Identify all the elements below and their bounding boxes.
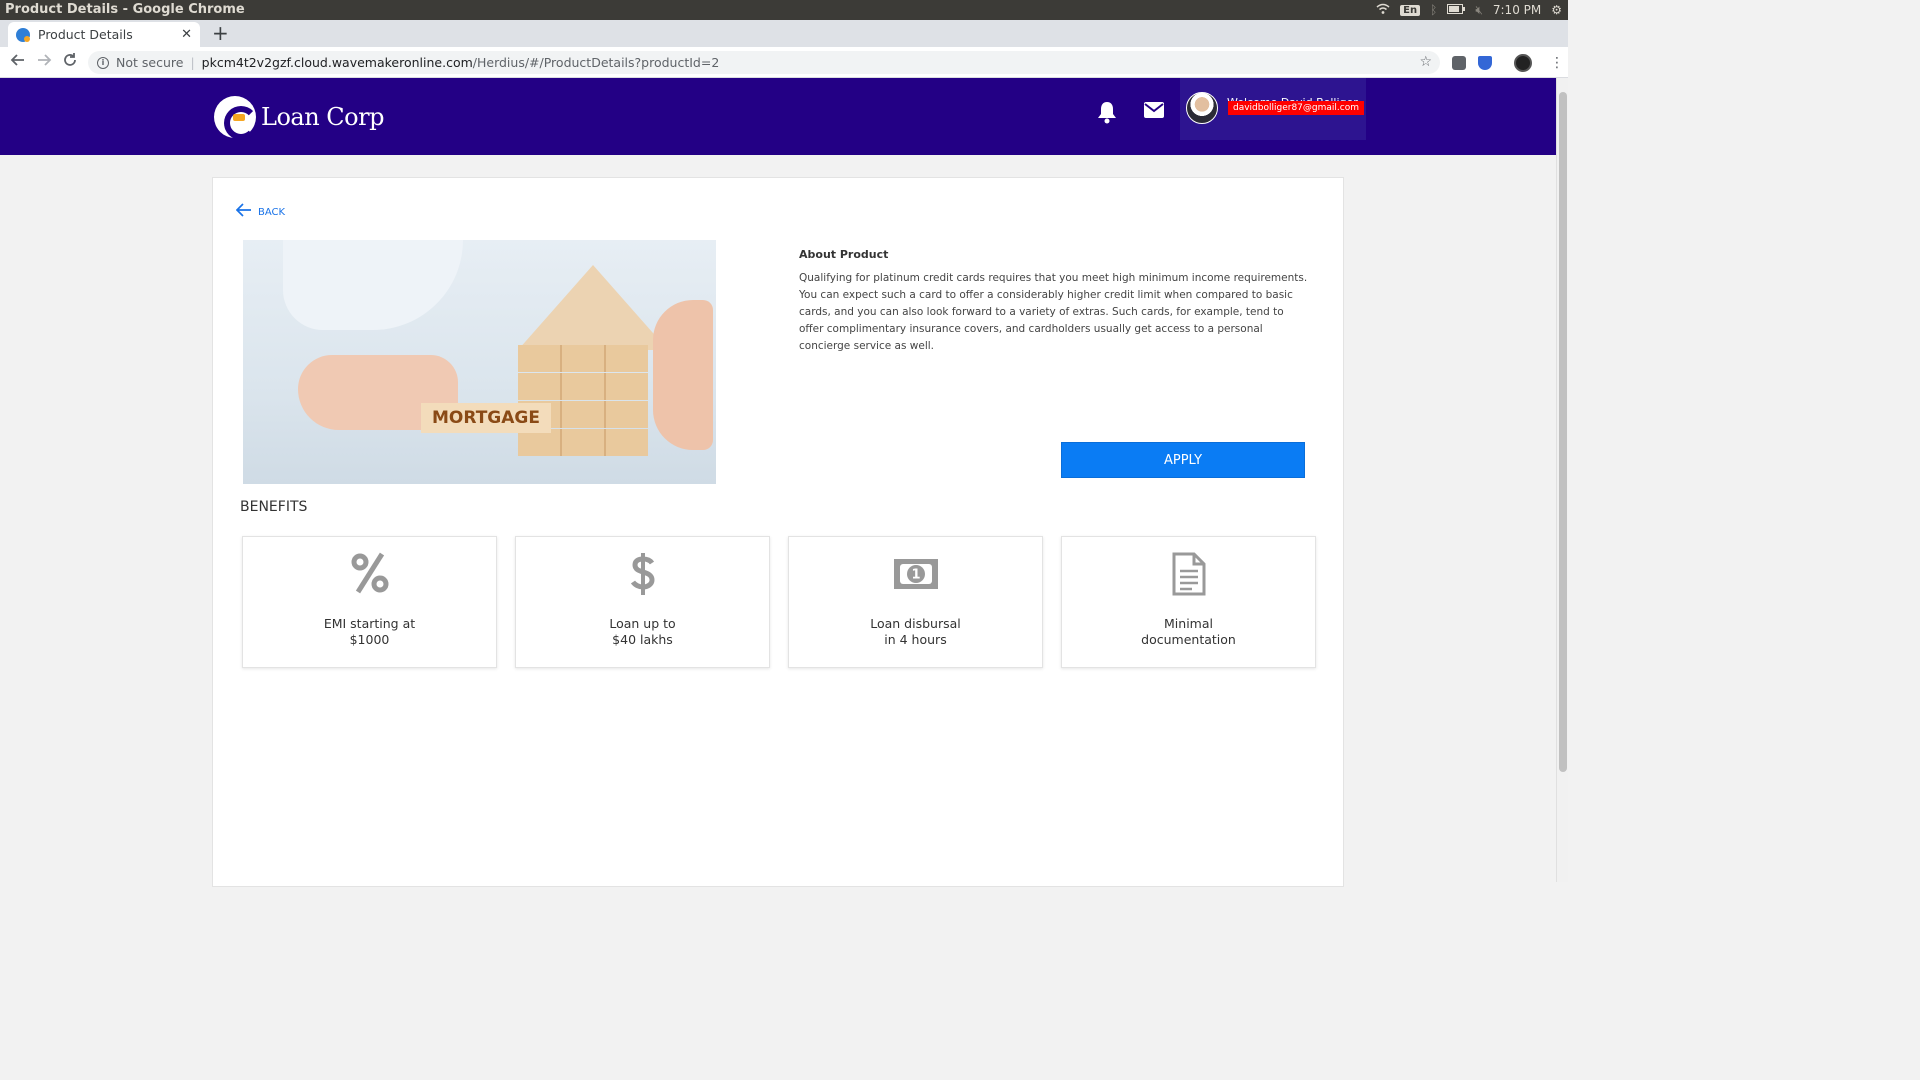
- percent-icon: [243, 551, 496, 595]
- benefit-line2: in 4 hours: [884, 632, 947, 647]
- apply-button[interactable]: APPLY: [1061, 442, 1305, 478]
- back-arrow-icon[interactable]: [10, 52, 26, 72]
- product-image: MORTGAGE: [243, 240, 716, 484]
- benefit-line2: $40 lakhs: [612, 632, 673, 647]
- keyboard-layout-indicator[interactable]: En: [1400, 4, 1421, 16]
- window-title: Product Details - Google Chrome: [5, 2, 245, 17]
- new-tab-plus-icon[interactable]: +: [212, 22, 229, 44]
- shield-extension-icon[interactable]: [1478, 56, 1492, 70]
- site-info-icon[interactable]: i: [97, 56, 109, 69]
- image-roof: [518, 265, 668, 350]
- url-host: pkcm4t2v2gzf.cloud.wavemakeronline.com: [201, 55, 473, 70]
- about-product-title: About Product: [799, 248, 889, 261]
- omnibox-divider: |: [190, 55, 195, 70]
- clock[interactable]: 7:10 PM: [1493, 3, 1541, 17]
- volume-muted-icon[interactable]: 🔇︎: [1475, 3, 1483, 18]
- address-bar[interactable]: i Not secure | pkcm4t2v2gzf.cloud.wavema…: [88, 51, 1440, 74]
- benefit-line2: $1000: [349, 632, 390, 647]
- scrollbar-thumb[interactable]: [1559, 92, 1567, 772]
- image-block-row: [518, 429, 648, 456]
- benefit-line1: Loan disbursal: [870, 616, 961, 631]
- extensions-area: ⋮: [1452, 54, 1564, 72]
- image-sleeve: [283, 240, 463, 330]
- money-bill-icon: 1: [789, 551, 1042, 597]
- browser-menu-icon[interactable]: ⋮: [1550, 55, 1564, 71]
- wifi-icon[interactable]: [1376, 3, 1390, 18]
- image-mortgage-tag: MORTGAGE: [421, 403, 551, 433]
- page-scrollbar[interactable]: [1556, 78, 1568, 882]
- os-title-bar: Product Details - Google Chrome En ᛒ 🔇︎ …: [0, 0, 1568, 20]
- benefit-line1: Loan up to: [609, 616, 676, 631]
- security-status: Not secure: [116, 55, 184, 70]
- tab-close-icon[interactable]: ✕: [181, 27, 192, 42]
- document-icon: [1062, 551, 1315, 597]
- back-arrow-icon: [235, 202, 252, 222]
- image-block-row: [518, 345, 648, 372]
- benefit-line2: documentation: [1141, 632, 1236, 647]
- image-right-hand: [653, 300, 713, 450]
- benefit-line1: Minimal: [1164, 616, 1213, 631]
- forward-arrow-icon[interactable]: [36, 52, 52, 72]
- browser-tab-product-details[interactable]: Product Details ✕: [8, 22, 200, 47]
- favicon-icon: [16, 27, 30, 42]
- user-email: davidbolliger87@gmail.com: [1228, 101, 1364, 115]
- url-path: /Herdius/#/ProductDetails?productId=2: [472, 55, 720, 70]
- app-header: Loan Corp Welcome David Bolliger davidbo…: [0, 78, 1556, 155]
- back-button[interactable]: BACK: [235, 202, 286, 222]
- tab-title: Product Details: [38, 27, 133, 42]
- brand-logo[interactable]: Loan Corp: [214, 96, 384, 140]
- notification-bell-icon[interactable]: [1096, 100, 1118, 130]
- svg-text:1: 1: [911, 568, 920, 583]
- battery-icon[interactable]: [1447, 3, 1466, 17]
- benefits-title: BENEFITS: [240, 499, 308, 515]
- system-tray: En ᛒ 🔇︎ 7:10 PM ⚙: [1376, 0, 1568, 20]
- browser-toolbar: i Not secure | pkcm4t2v2gzf.cloud.wavema…: [0, 47, 1568, 78]
- bluetooth-icon[interactable]: ᛒ: [1430, 3, 1437, 17]
- benefit-card: Minimal documentation: [1061, 536, 1316, 668]
- benefit-card: Loan up to $40 lakhs: [515, 536, 770, 668]
- user-profile-menu[interactable]: Welcome David Bolliger davidbolliger87@g…: [1180, 78, 1366, 140]
- image-block-row: [518, 373, 648, 400]
- settings-gear-icon[interactable]: ⚙: [1551, 3, 1562, 17]
- bookmark-star-icon[interactable]: ☆: [1419, 54, 1432, 70]
- dollar-icon: [516, 551, 769, 597]
- mail-icon[interactable]: [1143, 100, 1165, 125]
- about-product-text: Qualifying for platinum credit cards req…: [799, 272, 1308, 352]
- back-label: BACK: [258, 206, 286, 218]
- benefit-card: 1 Loan disbursal in 4 hours: [788, 536, 1043, 668]
- profile-avatar-icon[interactable]: [1514, 54, 1532, 72]
- brand-name: Loan Corp: [261, 103, 384, 131]
- extension-icon[interactable]: [1452, 56, 1466, 70]
- benefit-card: EMI starting at $1000: [242, 536, 497, 668]
- logo-mark-icon: [214, 96, 258, 140]
- product-details-card: BACK MORTGAGE About Product Qualifying f…: [212, 177, 1344, 887]
- reload-icon[interactable]: [62, 52, 78, 72]
- benefit-line1: EMI starting at: [323, 616, 416, 631]
- avatar: [1186, 92, 1218, 124]
- browser-tab-strip: Product Details ✕ +: [0, 20, 1568, 47]
